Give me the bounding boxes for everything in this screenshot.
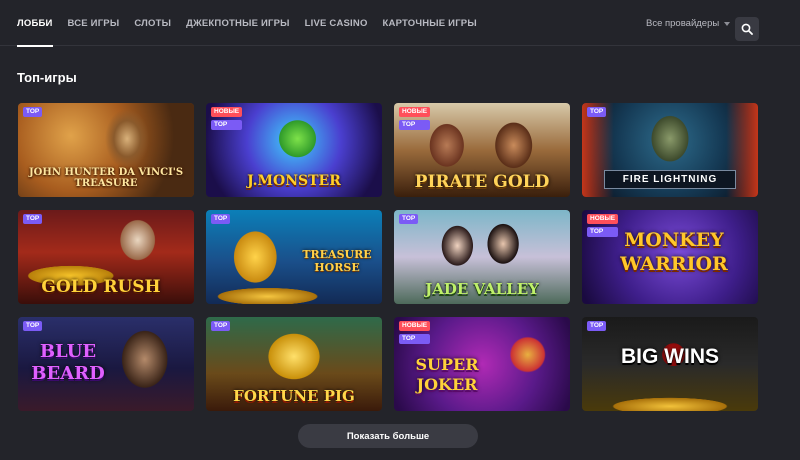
game-title: SUPER JOKER: [415, 355, 479, 394]
tab-all-games[interactable]: ВСЕ ИГРЫ: [68, 0, 120, 46]
game-badges: TOP: [211, 214, 231, 224]
game-card[interactable]: TOP BIG WINS: [582, 317, 758, 411]
game-card[interactable]: НОВЫЕ TOP MONKEY WARRIOR: [582, 210, 758, 304]
game-badges: TOP: [587, 107, 607, 117]
game-card[interactable]: TOP BLUE BEARD: [18, 317, 194, 411]
game-badges: НОВЫЕ TOP: [399, 107, 431, 130]
game-card[interactable]: НОВЫЕ TOP SUPER JOKER: [394, 317, 570, 411]
badge-top: TOP: [23, 321, 43, 331]
game-badges: НОВЫЕ TOP: [211, 107, 243, 130]
game-title: MONKEY WARRIOR: [620, 229, 728, 275]
game-card[interactable]: TOP FIRE LIGHTNING: [582, 103, 758, 197]
badge-top: TOP: [587, 321, 607, 331]
tab-slots[interactable]: СЛОТЫ: [134, 0, 171, 46]
badge-top: TOP: [587, 107, 607, 117]
tab-live-casino[interactable]: LIVE CASINO: [305, 0, 368, 46]
tab-card-games[interactable]: КАРТОЧНЫЕ ИГРЫ: [383, 0, 477, 46]
badge-new: НОВЫЕ: [399, 107, 431, 117]
show-more-button[interactable]: Показать больше: [298, 424, 478, 448]
game-badges: TOP: [23, 107, 43, 117]
section-title: Топ-игры: [17, 70, 77, 85]
game-title: FIRE LIGHTNING: [604, 170, 736, 189]
provider-select-label: Все провайдеры: [646, 18, 720, 29]
provider-select[interactable]: Все провайдеры: [646, 18, 731, 29]
badge-new: НОВЫЕ: [587, 214, 619, 224]
game-card[interactable]: TOP JOHN HUNTER DA VINCI'S TREASURE: [18, 103, 194, 197]
badge-top: TOP: [211, 214, 231, 224]
game-title: J.MONSTER: [247, 173, 341, 189]
search-icon: [741, 23, 753, 35]
game-card[interactable]: TOP FORTUNE PIG: [206, 317, 382, 411]
game-title: JADE VALLEY: [425, 280, 539, 298]
badge-top: TOP: [211, 321, 231, 331]
game-card[interactable]: TOP GOLD RUSH: [18, 210, 194, 304]
game-card[interactable]: НОВЫЕ TOP PIRATE GOLD: [394, 103, 570, 197]
game-title: GOLD RUSH: [41, 277, 161, 297]
top-navigation: ЛОББИ ВСЕ ИГРЫ СЛОТЫ ДЖЕКПОТНЫЕ ИГРЫ LIV…: [0, 0, 800, 47]
game-title: BLUE BEARD: [31, 341, 105, 384]
badge-top: TOP: [211, 120, 243, 130]
tab-lobby[interactable]: ЛОББИ: [17, 0, 53, 47]
badge-top: TOP: [399, 334, 431, 344]
category-tabs: ЛОББИ ВСЕ ИГРЫ СЛОТЫ ДЖЕКПОТНЫЕ ИГРЫ LIV…: [17, 0, 492, 47]
game-card[interactable]: TOP JADE VALLEY: [394, 210, 570, 304]
badge-top: TOP: [23, 214, 43, 224]
badge-new: НОВЫЕ: [399, 321, 431, 331]
game-title: TREASURE HORSE: [302, 248, 372, 274]
game-badges: TOP: [23, 321, 43, 331]
game-grid: TOP JOHN HUNTER DA VINCI'S TREASURE НОВЫ…: [18, 103, 759, 411]
badge-top: TOP: [399, 120, 431, 130]
game-badges: НОВЫЕ TOP: [399, 321, 431, 344]
badge-top: TOP: [23, 107, 43, 117]
chevron-down-icon: [724, 22, 731, 26]
game-badges: TOP: [211, 321, 231, 331]
game-title: JOHN HUNTER DA VINCI'S TREASURE: [28, 167, 184, 189]
search-button[interactable]: [735, 17, 759, 41]
game-card[interactable]: НОВЫЕ TOP J.MONSTER: [206, 103, 382, 197]
game-badges: НОВЫЕ TOP: [587, 214, 619, 237]
game-title: FORTUNE PIG: [233, 387, 355, 405]
game-badges: TOP: [23, 214, 43, 224]
game-title: BIG WINS: [621, 345, 719, 368]
game-title: PIRATE GOLD: [414, 172, 550, 192]
badge-new: НОВЫЕ: [211, 107, 243, 117]
badge-top: TOP: [587, 227, 619, 237]
game-card[interactable]: TOP TREASURE HORSE: [206, 210, 382, 304]
game-badges: TOP: [587, 321, 607, 331]
badge-top: TOP: [399, 214, 419, 224]
game-badges: TOP: [399, 214, 419, 224]
tab-jackpot-games[interactable]: ДЖЕКПОТНЫЕ ИГРЫ: [186, 0, 290, 46]
